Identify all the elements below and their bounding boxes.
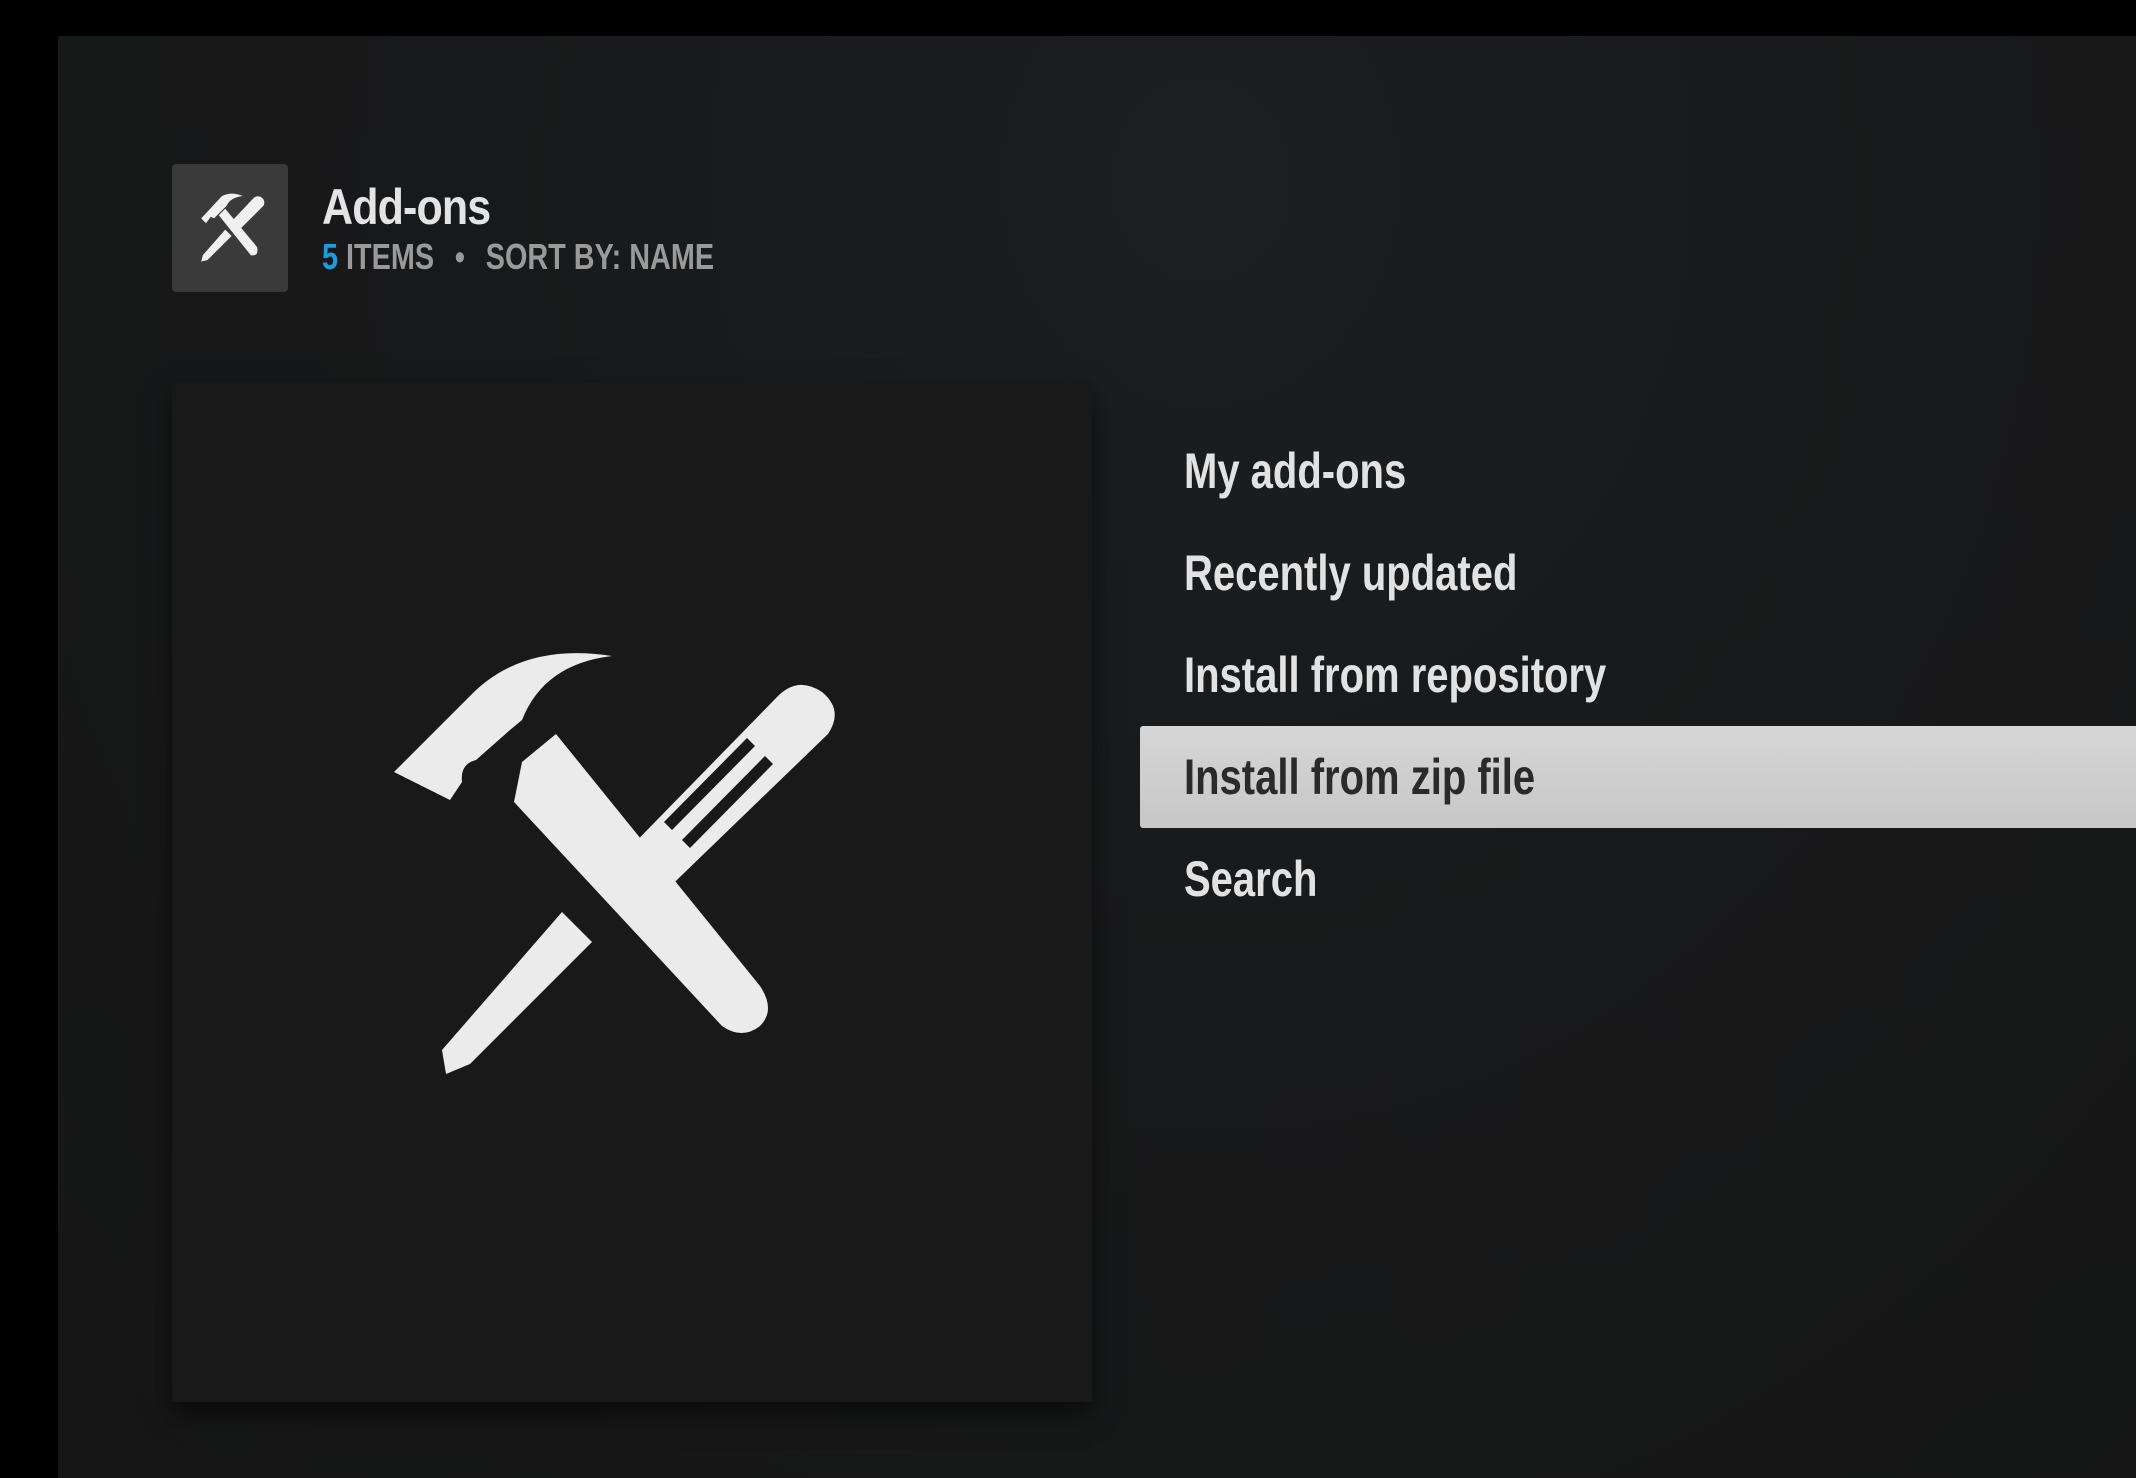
preview-panel [172,382,1092,1402]
menu-item-recently-updated[interactable]: Recently updated [1140,522,2136,624]
sort-label[interactable]: SORT BY: NAME [486,236,714,277]
menu-item-my-addons[interactable]: My add-ons [1140,420,2136,522]
hammer-screwdriver-icon [201,193,265,262]
header-subtitle: 5 ITEMS • SORT BY: NAME [322,236,714,278]
page-header: Add-ons 5 ITEMS • SORT BY: NAME [172,164,812,292]
menu-item-label: Recently updated [1184,545,1518,601]
header-text: Add-ons 5 ITEMS • SORT BY: NAME [322,178,812,278]
menu-item-search[interactable]: Search [1140,828,2136,930]
menu-item-label: My add-ons [1184,443,1407,499]
header-icon-tile [172,164,288,292]
menu-item-install-from-repository[interactable]: Install from repository [1140,624,2136,726]
menu-item-label: Install from repository [1184,647,1607,703]
menu-item-label: Install from zip file [1184,749,1536,805]
item-count: 5 [322,236,339,277]
hammer-screwdriver-icon [394,653,835,1074]
addons-menu: My add-ons Recently updated Install from… [1140,420,2136,930]
items-label: ITEMS [346,236,435,277]
menu-item-install-from-zip-file[interactable]: Install from zip file [1140,726,2136,828]
page-title: Add-ons [322,179,491,235]
menu-item-label: Search [1184,851,1318,907]
addons-window: Add-ons 5 ITEMS • SORT BY: NAME My add-o… [58,36,2136,1478]
separator-dot: • [454,236,465,277]
